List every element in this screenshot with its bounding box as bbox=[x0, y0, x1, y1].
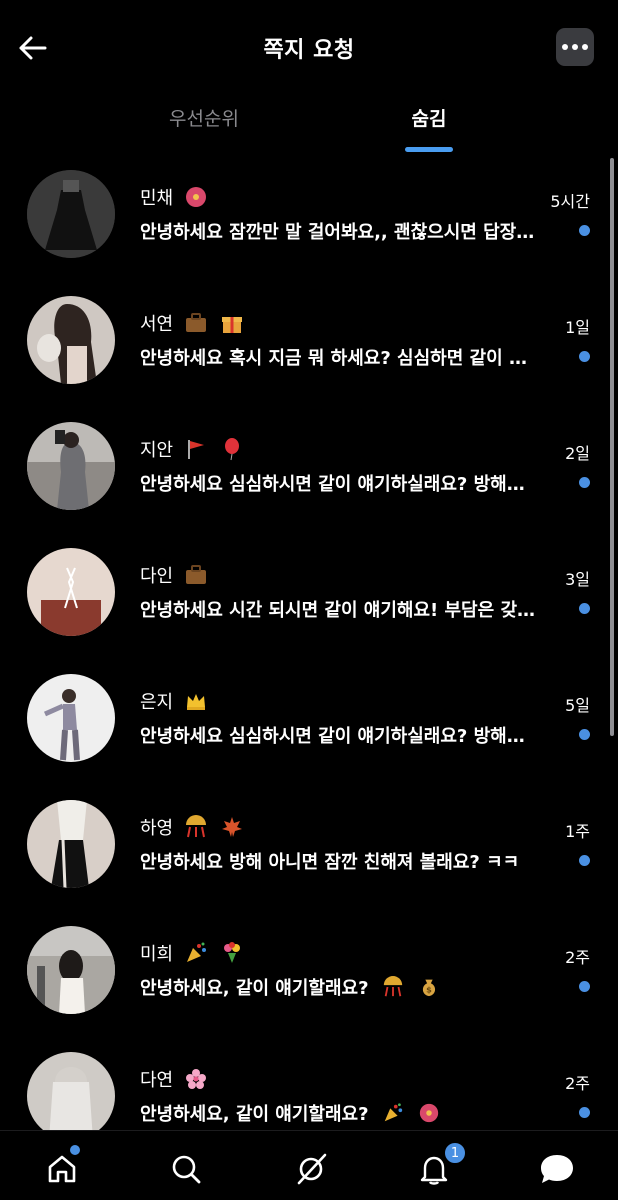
conversation-row[interactable]: 지안 안녕하세요 심심하시면 같이 얘기하실래요? 방해된다면 죄송해요 2일 bbox=[0, 422, 618, 548]
avatar[interactable] bbox=[27, 926, 115, 1014]
avatar[interactable] bbox=[27, 1052, 115, 1140]
grok-icon bbox=[297, 1153, 327, 1185]
nav-messages[interactable] bbox=[537, 1149, 577, 1189]
timestamp: 5시간 bbox=[550, 192, 590, 211]
message-preview: 안녕하세요 심심하시면 같이 얘기하실래요? 방해된다면 죄송해요 bbox=[140, 726, 540, 747]
home-icon bbox=[48, 1155, 76, 1183]
timestamp: 5일 bbox=[565, 696, 590, 715]
gift-icon bbox=[219, 310, 245, 336]
briefcase-icon bbox=[183, 310, 209, 336]
timestamp: 3일 bbox=[565, 570, 590, 589]
message-text: 안녕하세요, 같이 얘기할래요? bbox=[140, 1104, 369, 1125]
sender-name: 다인 bbox=[140, 566, 174, 587]
sender-name: 지안 bbox=[140, 440, 174, 461]
more-horizontal-icon bbox=[562, 44, 568, 50]
party-popper-icon bbox=[384, 1103, 402, 1122]
message-preview: 안녕하세요, 같이 얘기할래요? bbox=[140, 1100, 540, 1126]
conversation-row[interactable]: 은지 안녕하세요 심심하시면 같이 얘기하실래요? 방해된다면 죄송해요 5일 bbox=[0, 674, 618, 800]
more-dot bbox=[572, 44, 578, 50]
hibiscus-icon bbox=[419, 1103, 439, 1123]
nav-search[interactable] bbox=[166, 1149, 206, 1189]
sender-name: 민채 bbox=[140, 188, 174, 209]
message-preview: 안녕하세요 잠깐만 말 걸어봐요,, 괜찮으시면 답장 주세요 bbox=[140, 222, 540, 243]
conversation-row[interactable]: 하영 안녕하세요 방해 아니면 잠깐 친해져 볼래요? ㅋㅋ 1주 bbox=[0, 800, 618, 926]
tab-priority[interactable]: 우선순위 bbox=[104, 104, 304, 131]
conversation-row[interactable]: 민채 안녕하세요 잠깐만 말 걸어봐요,, 괜찮으시면 답장 주세요 5시간 bbox=[0, 170, 618, 296]
conversation-row[interactable]: 미희 안녕하세요, 같이 얘기할래요? $ 2주 bbox=[0, 926, 618, 1052]
sender-name: 서연 bbox=[140, 314, 174, 335]
party-popper-icon bbox=[183, 940, 209, 966]
message-preview: 안녕하세요 심심하시면 같이 얘기하실래요? 방해된다면 죄송해요 bbox=[140, 474, 540, 495]
message-preview: 안녕하세요 방해 아니면 잠깐 친해져 볼래요? ㅋㅋ bbox=[140, 852, 520, 873]
crown-icon bbox=[183, 688, 209, 714]
more-options-button[interactable] bbox=[556, 28, 594, 66]
timestamp: 2일 bbox=[565, 444, 590, 463]
unread-indicator bbox=[579, 603, 590, 614]
sender-name: 하영 bbox=[140, 818, 174, 839]
conversation-row[interactable]: 다인 안녕하세요 시간 되시면 같이 얘기해요! 부담은 갖지 마세요 3일 bbox=[0, 548, 618, 674]
home-activity-dot bbox=[70, 1145, 80, 1155]
unread-indicator bbox=[579, 855, 590, 866]
sender-name: 미희 bbox=[140, 944, 174, 965]
nav-home[interactable] bbox=[42, 1149, 82, 1189]
bottom-nav: 1 bbox=[0, 1130, 618, 1200]
maple-leaf-icon bbox=[219, 814, 245, 840]
cherry-blossom-icon bbox=[183, 1066, 209, 1092]
confetti-ball-icon bbox=[383, 976, 402, 997]
avatar[interactable] bbox=[27, 422, 115, 510]
avatar[interactable] bbox=[27, 548, 115, 636]
unread-indicator bbox=[579, 351, 590, 362]
message-preview: 안녕하세요, 같이 얘기할래요? $ bbox=[140, 974, 540, 1000]
unread-indicator bbox=[579, 1107, 590, 1118]
notification-badge: 1 bbox=[443, 1141, 467, 1165]
briefcase-icon bbox=[183, 562, 209, 588]
messages-icon bbox=[541, 1155, 573, 1183]
search-icon bbox=[172, 1155, 201, 1184]
avatar[interactable] bbox=[27, 296, 115, 384]
timestamp: 2주 bbox=[565, 1074, 590, 1093]
confetti-ball-icon bbox=[183, 814, 209, 840]
avatar[interactable] bbox=[27, 674, 115, 762]
timestamp: 1주 bbox=[565, 822, 590, 841]
conversation-row[interactable]: 서연 안녕하세요 혹시 지금 뭐 하세요? 심심하면 같이 얘기해요 1일 bbox=[0, 296, 618, 422]
svg-text:$: $ bbox=[426, 985, 432, 995]
timestamp: 2주 bbox=[565, 948, 590, 967]
avatar[interactable] bbox=[27, 170, 115, 258]
header: 쪽지 요청 bbox=[0, 0, 618, 96]
message-text: 안녕하세요, 같이 얘기할래요? bbox=[140, 978, 369, 999]
money-bag-icon: $ bbox=[423, 979, 436, 997]
triangular-flag-icon bbox=[183, 436, 209, 462]
page-title: 쪽지 요청 bbox=[263, 38, 355, 63]
unread-indicator bbox=[579, 225, 590, 236]
active-tab-indicator bbox=[405, 147, 453, 152]
sender-name: 다연 bbox=[140, 1070, 174, 1091]
tab-bar: 우선순위 숨김 bbox=[0, 96, 618, 154]
sender-name: 은지 bbox=[140, 692, 174, 713]
message-preview: 안녕하세요 시간 되시면 같이 얘기해요! 부담은 갖지 마세요 bbox=[140, 600, 540, 621]
bouquet-icon bbox=[219, 940, 245, 966]
hibiscus-icon bbox=[183, 184, 209, 210]
unread-indicator bbox=[579, 729, 590, 740]
unread-indicator bbox=[579, 981, 590, 992]
avatar[interactable] bbox=[27, 800, 115, 888]
message-preview: 안녕하세요 혹시 지금 뭐 하세요? 심심하면 같이 얘기해요 bbox=[140, 348, 540, 369]
timestamp: 1일 bbox=[565, 318, 590, 337]
nav-grok[interactable] bbox=[291, 1149, 331, 1189]
unread-indicator bbox=[579, 477, 590, 488]
tab-hidden[interactable]: 숨김 bbox=[329, 104, 529, 131]
balloon-icon bbox=[219, 436, 245, 462]
more-dot bbox=[582, 44, 588, 50]
